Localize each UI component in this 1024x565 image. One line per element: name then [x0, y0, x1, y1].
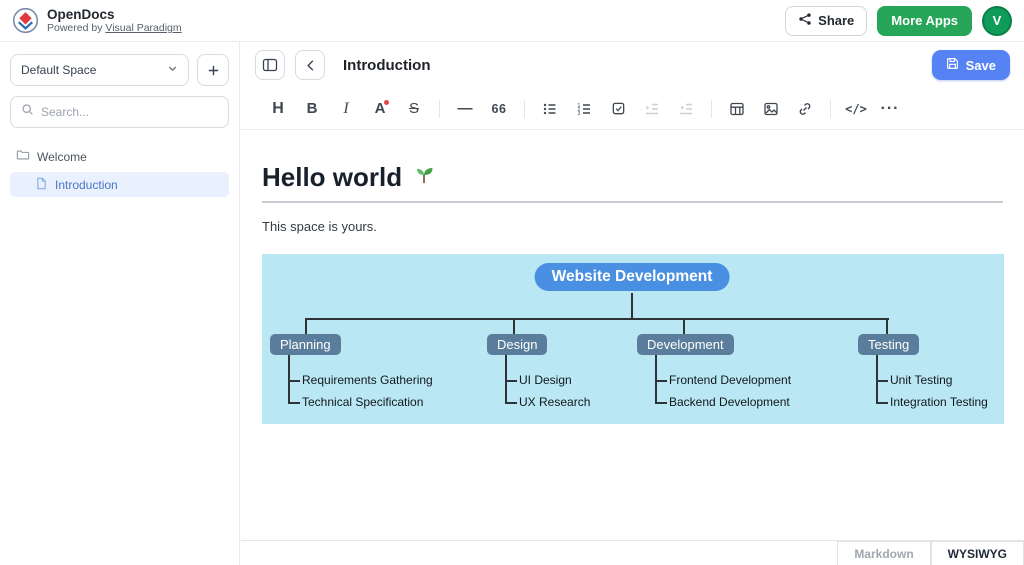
diagram-branch-planning: Planning Requirements Gathering Technica… — [270, 334, 433, 413]
sidebar-toggle-button[interactable] — [255, 50, 285, 80]
diagram-line — [886, 318, 888, 335]
diagram-leaf: Requirements Gathering — [288, 369, 433, 391]
strikethrough-button[interactable]: S — [397, 94, 431, 124]
save-button[interactable]: Save — [932, 50, 1010, 80]
brand-text: OpenDocs Powered by Visual Paradigm — [47, 7, 182, 35]
diagram-leaf: Technical Specification — [288, 391, 433, 413]
search-input[interactable] — [41, 105, 218, 119]
main-panel: Introduction Save H B I A S — 66 — [241, 42, 1024, 565]
space-selector[interactable]: Default Space — [10, 54, 189, 86]
share-button[interactable]: Share — [785, 6, 867, 36]
font-color-button[interactable]: A — [363, 94, 397, 124]
document-icon — [35, 177, 48, 193]
diagram-root-node: Website Development — [535, 263, 730, 291]
diagram-branch-node: Development — [637, 334, 734, 355]
markdown-mode-button[interactable]: Markdown — [837, 541, 930, 565]
font-color-dot — [384, 100, 389, 105]
more-apps-button[interactable]: More Apps — [877, 6, 972, 36]
app-header: OpenDocs Powered by Visual Paradigm Shar… — [0, 0, 1024, 42]
sidebar: Default Space Welcome — [0, 42, 240, 565]
image-button[interactable] — [754, 94, 788, 124]
opendocs-logo-icon — [12, 7, 39, 34]
more-options-button[interactable]: ··· — [873, 94, 907, 124]
content-paragraph: This space is yours. — [262, 219, 1003, 234]
formatting-toolbar: H B I A S — 66 1 2 3 — [241, 88, 1024, 130]
toolbar-divider — [830, 100, 831, 118]
code-button[interactable]: </> — [839, 94, 873, 124]
sidebar-item-introduction[interactable]: Introduction — [10, 172, 229, 197]
diagram-line — [631, 293, 633, 319]
diagram-branch-node: Planning — [270, 334, 341, 355]
search-box[interactable] — [10, 96, 229, 128]
header-actions: Share More Apps V — [785, 6, 1012, 36]
diagram-line — [683, 318, 685, 335]
table-button[interactable] — [720, 94, 754, 124]
heading-button[interactable]: H — [261, 94, 295, 124]
page-tree: Welcome Introduction — [10, 144, 229, 197]
visual-paradigm-link[interactable]: Visual Paradigm — [105, 22, 181, 34]
editor-content[interactable]: Hello world This space is yours. Website… — [241, 130, 1024, 424]
diagram-branch-node: Design — [487, 334, 547, 355]
outdent-button — [669, 94, 703, 124]
ordered-list-button[interactable]: 1 2 3 — [567, 94, 601, 124]
content-heading: Hello world — [262, 162, 1003, 193]
user-avatar[interactable]: V — [982, 6, 1012, 36]
diagram-branch-development: Development Frontend Development Backend… — [637, 334, 791, 413]
doc-title: Introduction — [343, 57, 430, 74]
share-icon — [798, 12, 812, 29]
tree-item-label: Welcome — [37, 150, 87, 164]
diagram-leaf: Integration Testing — [876, 391, 988, 413]
space-selector-value: Default Space — [21, 63, 96, 77]
sidebar-item-welcome[interactable]: Welcome — [10, 144, 229, 169]
diagram-branch-testing: Testing Unit Testing Integration Testing — [858, 334, 988, 413]
diagram-line — [513, 318, 515, 335]
diagram-leaf: Unit Testing — [876, 369, 988, 391]
diagram-branch-design: Design UI Design UX Research — [487, 334, 590, 413]
save-icon — [946, 57, 959, 73]
diagram-leaf: UI Design — [505, 369, 590, 391]
save-label: Save — [966, 58, 996, 73]
back-button[interactable] — [295, 50, 325, 80]
italic-button[interactable]: I — [329, 94, 363, 124]
diagram-branch-node: Testing — [858, 334, 919, 355]
svg-text:3: 3 — [578, 110, 581, 116]
toolbar-divider — [439, 100, 440, 118]
app-name: OpenDocs — [47, 7, 182, 23]
toolbar-divider — [524, 100, 525, 118]
add-page-button[interactable] — [197, 54, 229, 86]
toolbar-divider — [711, 100, 712, 118]
diagram-line — [305, 318, 889, 320]
seedling-emoji — [412, 162, 436, 193]
powered-by: Powered by Visual Paradigm — [47, 22, 182, 34]
blockquote-button[interactable]: 66 — [482, 94, 516, 124]
horizontal-rule-button[interactable]: — — [448, 94, 482, 124]
folder-icon — [16, 148, 30, 165]
heading-divider — [262, 201, 1003, 203]
search-icon — [21, 103, 34, 121]
indent-button — [635, 94, 669, 124]
diagram-leaf: UX Research — [505, 391, 590, 413]
diagram-line — [305, 318, 307, 335]
chevron-down-icon — [167, 63, 178, 77]
task-list-button[interactable] — [601, 94, 635, 124]
link-button[interactable] — [788, 94, 822, 124]
share-label: Share — [818, 13, 854, 28]
powered-by-prefix: Powered by — [47, 22, 102, 34]
diagram-leaf: Frontend Development — [655, 369, 791, 391]
diagram-leaf: Backend Development — [655, 391, 791, 413]
editor-mode-bar: Markdown WYSIWYG — [241, 540, 1024, 565]
website-development-diagram[interactable]: Website Development Planning Requirement… — [262, 254, 1004, 424]
bullet-list-button[interactable] — [533, 94, 567, 124]
doc-header: Introduction Save — [241, 42, 1024, 88]
bold-button[interactable]: B — [295, 94, 329, 124]
wysiwyg-mode-button[interactable]: WYSIWYG — [931, 541, 1024, 565]
tree-item-label: Introduction — [55, 178, 118, 192]
content-heading-text: Hello world — [262, 162, 402, 193]
